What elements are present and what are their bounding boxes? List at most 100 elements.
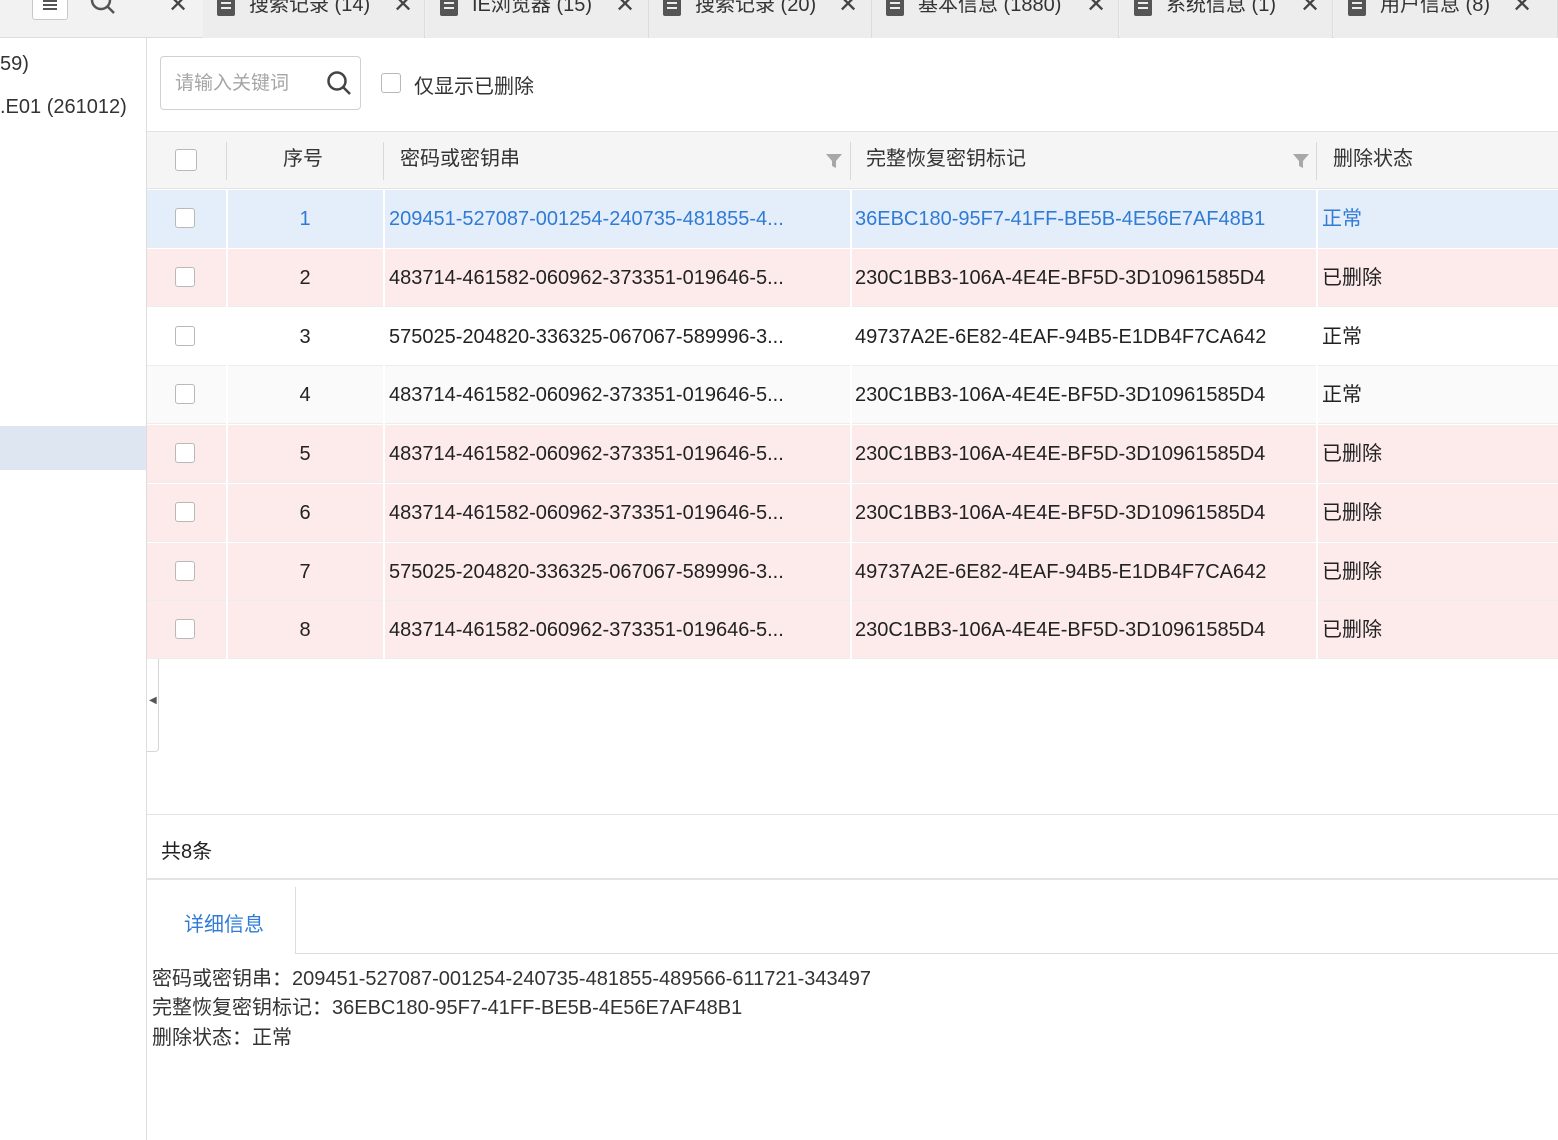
column-divider	[1316, 542, 1318, 601]
table-header: 序号 密码或密钥串 完整恢复密钥标记 删除状态	[147, 131, 1558, 189]
tree-item-selected[interactable]	[0, 426, 146, 470]
table-row[interactable]: 7 575025-204820-336325-067067-589996-3...…	[147, 542, 1558, 601]
tab-detail-info[interactable]: 详细信息	[147, 887, 296, 954]
search-icon[interactable]	[326, 70, 352, 96]
cell-delete-status: 正常	[1322, 325, 1362, 348]
cell-recovery-key: 230C1BB3-106A-4E4E-BF5D-3D10961585D4	[855, 266, 1266, 289]
cell-index: 4	[299, 384, 311, 407]
tab-label: 系统信息 (1)	[1166, 0, 1276, 16]
tab-ie-browser[interactable]: IE浏览器 (15) ✕	[426, 0, 649, 38]
column-divider	[850, 601, 852, 660]
cell-index: 8	[299, 619, 311, 642]
column-divider	[383, 425, 385, 483]
tab-close-icon[interactable]: ✕	[168, 0, 188, 19]
filter-icon[interactable]	[1292, 152, 1310, 170]
table-row[interactable]: 3 575025-204820-336325-067067-589996-3...…	[147, 307, 1558, 366]
column-divider	[850, 483, 852, 542]
cell-delete-status: 正常	[1322, 384, 1362, 407]
column-header-index[interactable]: 序号	[283, 132, 323, 190]
table-row[interactable]: 6 483714-461582-060962-373351-019646-5...…	[147, 483, 1558, 542]
cell-recovery-key: 49737A2E-6E82-4EAF-94B5-E1DB4F7CA642	[855, 325, 1267, 348]
cell-delete-status: 已删除	[1322, 619, 1382, 642]
column-divider	[1316, 366, 1318, 425]
filter-icon[interactable]	[825, 152, 843, 170]
table-row[interactable]: 5 483714-461582-060962-373351-019646-5...…	[147, 425, 1558, 483]
detail-tab-bar: 详细信息	[147, 887, 1558, 954]
row-checkbox[interactable]	[175, 266, 195, 287]
show-deleted-only-label: 仅显示已删除	[414, 76, 534, 98]
cell-recovery-key: 49737A2E-6E82-4EAF-94B5-E1DB4F7CA642	[855, 560, 1267, 583]
document-icon	[886, 0, 904, 16]
cell-delete-status: 已删除	[1322, 560, 1382, 583]
column-divider	[383, 601, 385, 660]
show-deleted-only-checkbox[interactable]	[381, 73, 401, 93]
tab-basic-info[interactable]: 基本信息 (1880) ✕	[872, 0, 1119, 38]
column-divider	[1316, 190, 1318, 248]
cell-recovery-key: 230C1BB3-106A-4E4E-BF5D-3D10961585D4	[855, 619, 1266, 642]
column-divider	[850, 542, 852, 601]
tree-item[interactable]: 59)	[0, 53, 29, 76]
left-tree-panel: 59) .E01 (261012)	[0, 38, 147, 1140]
tab-close-icon[interactable]: ✕	[1086, 0, 1106, 19]
cell-delete-status: 已删除	[1322, 501, 1382, 524]
cell-password: 209451-527087-001254-240735-481855-4...	[389, 208, 784, 230]
detail-line-delete-status: 删除状态：正常	[152, 1027, 292, 1049]
tab-close-icon[interactable]: ✕	[615, 0, 635, 19]
document-icon	[440, 0, 458, 16]
panel-collapse-handle[interactable]: ◀	[147, 656, 159, 752]
tab-label: IE浏览器 (15)	[472, 0, 593, 16]
column-divider	[1316, 307, 1318, 366]
document-icon	[1348, 0, 1366, 16]
tab-label: 基本信息 (1880)	[918, 0, 1062, 16]
tab-close-icon[interactable]: ✕	[1300, 0, 1320, 19]
column-divider	[226, 142, 227, 180]
cell-index: 1	[299, 208, 311, 230]
select-all-checkbox[interactable]	[175, 149, 197, 171]
tab-label: 详细信息	[184, 914, 264, 936]
cell-password: 575025-204820-336325-067067-589996-3...	[389, 560, 784, 583]
row-checkbox[interactable]	[175, 443, 195, 463]
row-checkbox[interactable]	[175, 208, 195, 228]
search-input[interactable]	[173, 69, 317, 99]
menu-button[interactable]	[32, 0, 68, 20]
tab-close-icon[interactable]: ✕	[393, 0, 413, 19]
tab-system-info[interactable]: 系统信息 (1) ✕	[1120, 0, 1333, 38]
column-divider	[383, 190, 385, 248]
tab-user-info[interactable]: 用户信息 (8) ✕	[1334, 0, 1558, 38]
row-checkbox[interactable]	[175, 501, 195, 522]
row-checkbox[interactable]	[175, 560, 195, 581]
cell-password: 575025-204820-336325-067067-589996-3...	[389, 325, 784, 348]
document-icon	[217, 0, 235, 16]
cell-recovery-key: 36EBC180-95F7-41FF-BE5B-4E56E7AF48B1	[855, 208, 1266, 230]
column-divider	[383, 307, 385, 366]
column-divider	[1316, 248, 1318, 307]
table-row[interactable]: 2 483714-461582-060962-373351-019646-5...…	[147, 248, 1558, 307]
column-header-password[interactable]: 密码或密钥串	[400, 132, 520, 190]
global-search-button[interactable]	[88, 0, 118, 20]
tab-search-records-20[interactable]: 搜索记录 (20) ✕	[649, 0, 872, 38]
cell-index: 3	[299, 325, 311, 348]
table-row[interactable]: 8 483714-461582-060962-373351-019646-5...…	[147, 601, 1558, 660]
column-divider	[383, 248, 385, 307]
row-checkbox[interactable]	[175, 325, 195, 346]
row-checkbox[interactable]	[175, 384, 195, 405]
column-divider	[383, 366, 385, 425]
column-divider	[1316, 483, 1318, 542]
tab-close-icon[interactable]: ✕	[838, 0, 858, 19]
cell-recovery-key: 230C1BB3-106A-4E4E-BF5D-3D10961585D4	[855, 384, 1266, 407]
tab-label: 搜索记录 (14)	[249, 0, 371, 16]
row-checkbox[interactable]	[175, 619, 195, 640]
cell-index: 7	[299, 560, 311, 583]
column-divider	[850, 248, 852, 307]
tab-search-records-14[interactable]: 搜索记录 (14) ✕	[203, 0, 425, 38]
tree-item[interactable]: .E01 (261012)	[0, 96, 127, 119]
cell-index: 5	[299, 443, 311, 465]
column-divider	[850, 190, 852, 248]
column-header-delete-status[interactable]: 删除状态	[1333, 132, 1413, 190]
table-row[interactable]: 1 209451-527087-001254-240735-481855-4...…	[147, 190, 1558, 248]
tab-label: 搜索记录 (20)	[695, 0, 817, 16]
cell-recovery-key: 230C1BB3-106A-4E4E-BF5D-3D10961585D4	[855, 443, 1266, 465]
table-row[interactable]: 4 483714-461582-060962-373351-019646-5...…	[147, 366, 1558, 425]
tab-close-icon[interactable]: ✕	[1512, 0, 1532, 19]
column-header-recovery-key[interactable]: 完整恢复密钥标记	[866, 132, 1026, 190]
